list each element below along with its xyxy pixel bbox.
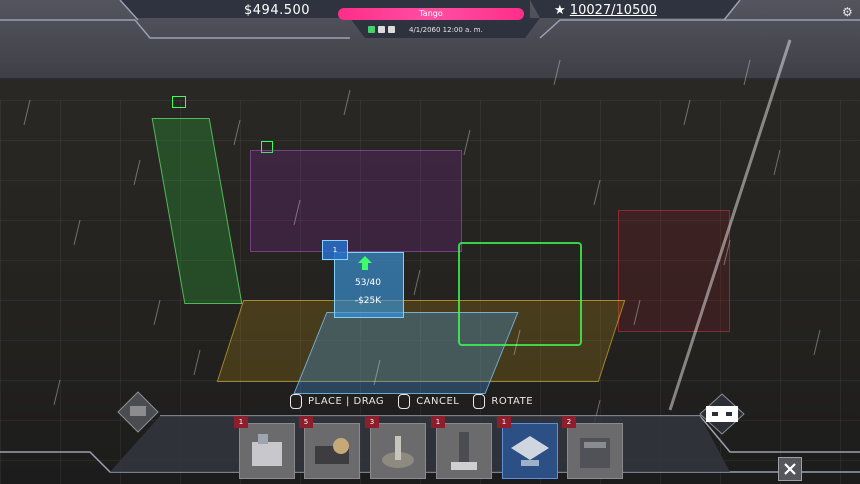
settings-gear-icon[interactable]: ⚙ [842,5,853,19]
slot-count-badge: 1 [431,416,445,428]
build-slot-1[interactable]: 1 [234,416,295,479]
building-thumbnail-icon [580,438,610,468]
close-build-menu-button[interactable] [778,457,802,481]
hint-rotate: ROTATE [473,394,533,409]
hint-cancel: CANCEL [398,394,459,409]
hint-place-label: PLACE | DRAG [308,396,385,407]
build-slot-4[interactable]: 1 [431,416,492,479]
play-speed-button[interactable] [368,26,375,33]
mouse-right-icon [398,394,411,409]
rating-value: 10027/10500 [569,3,657,18]
hint-rotate-label: ROTATE [491,396,534,407]
game-datetime: 4/1/2060 12:00 a. m. [409,26,483,34]
road-tool-button[interactable] [698,392,746,436]
slot-count-badge: 1 [234,416,248,428]
building-thumbnail-icon [315,438,349,464]
category-diamond-icon [117,391,159,433]
game-speed-controls[interactable] [368,26,395,33]
purple-buildings[interactable] [250,150,462,252]
building-thumbnail-icon [511,436,549,466]
tooltip-cost: -$25K [354,296,382,306]
money-display: $494.500 [244,3,311,18]
build-slot-3[interactable]: 3 [365,416,426,479]
category-button[interactable] [116,390,160,434]
upgrade-arrow-icon [358,256,372,270]
slot-count-badge: 1 [497,416,511,428]
tooltip-level-badge: 1 [322,240,348,260]
slot-count-badge: 3 [365,416,379,428]
hint-cancel-label: CANCEL [416,396,460,407]
star-icon: ★ [554,3,566,18]
build-slot-5[interactable]: 1 [497,416,558,479]
top-hud-frame [0,0,860,39]
green-tower-top-marker [172,96,186,108]
road-icon [699,393,745,435]
hint-place: PLACE | DRAG [290,394,384,409]
fastest-speed-button[interactable] [388,26,395,33]
rating-display: ★ 10027/10500 [554,3,657,18]
build-slot-2[interactable]: 5 [299,416,360,479]
building-placement-tooltip: 1 53/40 -$25K [322,240,404,318]
green-outline-building[interactable] [458,242,582,346]
profile-name-bar[interactable]: Tango [338,8,524,20]
building-thumbnail-icon [382,436,414,468]
mouse-wheel-icon [473,394,486,409]
red-buildings[interactable] [618,210,730,332]
tooltip-capacity: 53/40 [355,278,381,288]
slot-count-badge: 5 [299,416,313,428]
close-icon [784,463,796,475]
building-thumbnail-icon [451,432,477,470]
slot-count-badge: 2 [562,416,576,428]
mouse-left-icon [290,394,302,409]
control-hints: PLACE | DRAG CANCEL ROTATE [290,394,533,409]
fast-speed-button[interactable] [378,26,385,33]
building-thumbnail-icon [252,434,282,466]
build-slot-6[interactable]: 2 [562,416,623,479]
